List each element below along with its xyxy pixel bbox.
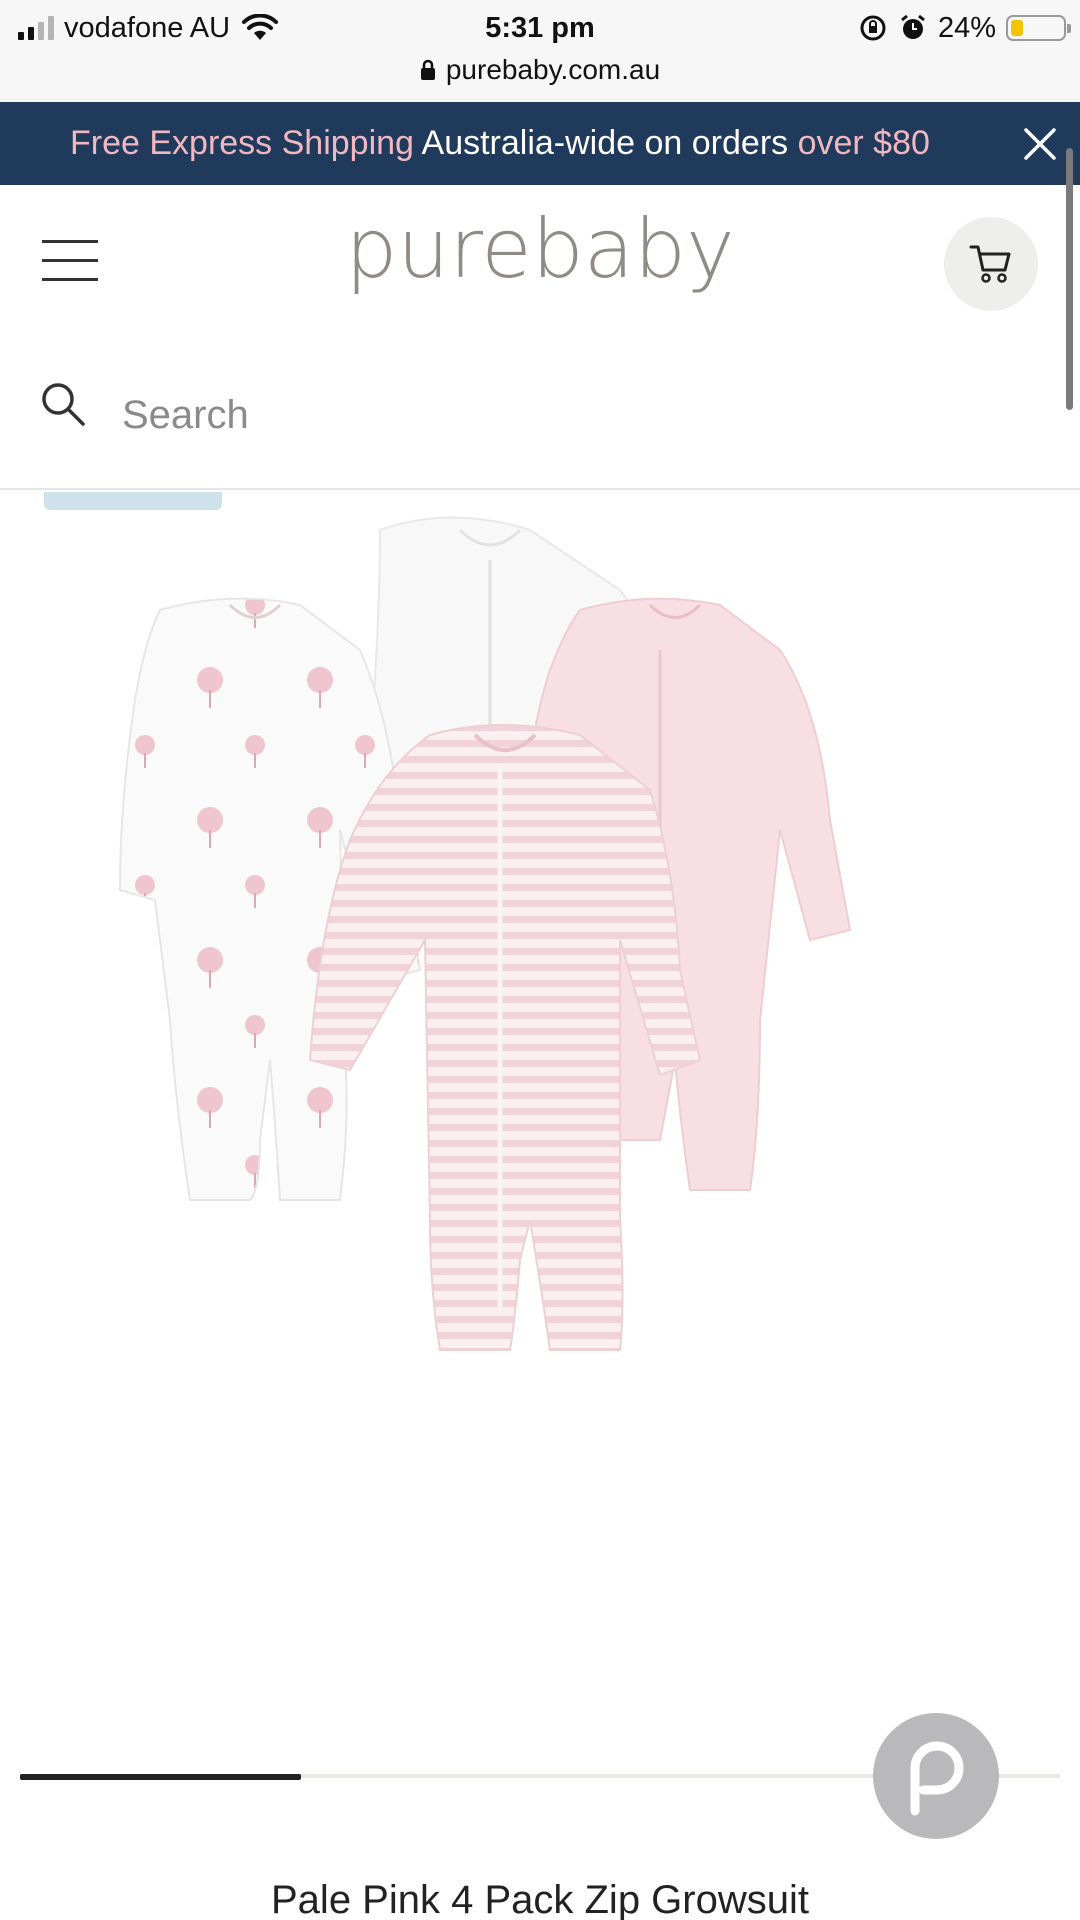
product-title: Pale Pink 4 Pack Zip Growsuit [271,1878,809,1920]
promo-highlight-shipping: Free Express Shipping [70,124,414,162]
url-text: purebaby.com.au [445,54,661,85]
lock-icon [420,59,435,80]
hamburger-icon[interactable] [42,240,98,290]
chat-icon [910,1741,964,1816]
promo-highlight-threshold: over $80 [797,124,930,162]
promo-middle-text: Australia-wide on orders [413,124,798,162]
battery-fill [1011,20,1023,36]
address-bar[interactable]: purebaby.com.au [0,50,1080,90]
battery-percent: 24% [937,11,996,44]
alarm-icon [901,14,925,39]
site-header: purebaby [0,185,1080,490]
search-icon[interactable] [40,381,86,427]
page-scrollbar[interactable] [1066,148,1073,410]
gallery-slider-progress [20,1774,301,1780]
battery-icon [1006,15,1071,41]
cart-icon [969,245,1011,283]
promo-text: Free Express Shipping Australia-wide on … [70,102,930,185]
close-icon[interactable] [1018,122,1062,166]
status-bar: vodafone AU 5:31 pm 24% purebaby.com.au [0,0,1080,102]
status-right: 24% [858,8,1071,48]
cart-button[interactable] [944,217,1038,311]
rotation-lock-icon [860,15,886,41]
promo-banner: Free Express Shipping Australia-wide on … [0,102,1080,185]
product-image[interactable] [60,500,1020,1670]
search-input[interactable] [122,385,982,445]
brand-logo[interactable]: purebaby [330,215,750,315]
logo-text: purebaby [345,215,734,297]
chat-button[interactable] [873,1713,999,1839]
